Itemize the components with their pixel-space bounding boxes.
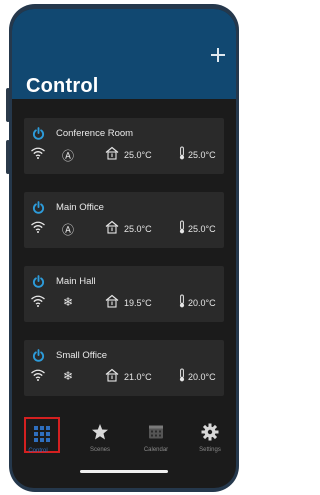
room-card[interactable]: Main Office Ⓐ 25.0°C 25.0°C <box>24 192 224 248</box>
auto-mode-icon: Ⓐ <box>62 149 75 163</box>
outdoor-temp: 20.0°C <box>188 372 216 382</box>
room-card[interactable]: Small Office ❄ 21.0°C 20.0°C <box>24 340 224 396</box>
tab-label: Scenes <box>89 447 110 453</box>
power-icon[interactable] <box>32 127 45 140</box>
outdoor-temp: 20.0°C <box>188 298 216 308</box>
indoor-temp-icon <box>105 146 119 160</box>
wifi-icon <box>31 369 45 381</box>
indoor-temp-icon <box>105 294 119 308</box>
wifi-icon <box>31 221 45 233</box>
tab-control[interactable]: Control <box>20 417 72 475</box>
tab-calendar[interactable]: Calendar <box>130 419 182 475</box>
outdoor-temp: 25.0°C <box>188 150 216 160</box>
snowflake-icon: ❄ <box>63 295 74 309</box>
app-screen: Control Conference Room Ⓐ 25.0°C 25.0°C <box>12 9 236 488</box>
power-icon[interactable] <box>32 349 45 362</box>
tab-label: Settings <box>199 447 221 453</box>
indoor-temp: 25.0°C <box>124 224 152 234</box>
auto-mode-icon: Ⓐ <box>62 223 75 237</box>
tab-label: Calendar <box>143 447 169 453</box>
room-name: Main Hall <box>56 276 96 287</box>
room-card[interactable]: Main Hall ❄ 19.5°C 20.0°C <box>24 266 224 322</box>
home-indicator <box>80 470 168 473</box>
gear-icon <box>201 423 219 441</box>
room-name: Small Office <box>56 350 108 361</box>
tab-bar: Control Scenes Calendar Settings <box>12 417 236 475</box>
room-card[interactable]: Conference Room Ⓐ 25.0°C 25.0°C <box>24 118 224 174</box>
page-title: Control <box>26 75 99 97</box>
room-name: Conference Room <box>56 128 134 139</box>
indoor-temp: 19.5°C <box>124 298 152 308</box>
wifi-icon <box>31 295 45 307</box>
snowflake-icon: ❄ <box>63 369 74 383</box>
power-icon[interactable] <box>32 275 45 288</box>
calendar-icon <box>149 425 163 439</box>
outdoor-temp: 25.0°C <box>188 224 216 234</box>
grid-icon <box>34 426 50 442</box>
indoor-temp-icon <box>105 368 119 382</box>
wifi-icon <box>31 147 45 159</box>
indoor-temp: 21.0°C <box>124 372 152 382</box>
tab-label: Control <box>28 448 48 454</box>
star-icon <box>92 424 108 440</box>
indoor-temp: 25.0°C <box>124 150 152 160</box>
indoor-temp-icon <box>105 220 119 234</box>
tab-settings[interactable]: Settings <box>184 419 236 475</box>
room-name: Main Office <box>56 202 104 213</box>
header: Control <box>12 9 236 99</box>
tab-scenes[interactable]: Scenes <box>74 419 126 475</box>
power-icon[interactable] <box>32 201 45 214</box>
add-button[interactable] <box>210 47 226 63</box>
